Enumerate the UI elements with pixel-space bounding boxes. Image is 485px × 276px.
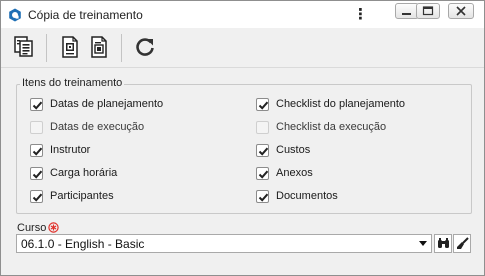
checkbox-label: Anexos — [276, 167, 313, 179]
export-button[interactable] — [86, 34, 112, 60]
checkbox — [256, 121, 269, 134]
refresh-button[interactable] — [132, 34, 158, 60]
checkbox[interactable] — [30, 190, 43, 203]
copy-button[interactable] — [11, 34, 37, 60]
clear-course-button[interactable] — [453, 234, 471, 253]
toolbar-separator — [46, 34, 47, 62]
export-icon — [91, 36, 107, 58]
group-legend: Itens do treinamento — [20, 77, 125, 89]
window-title: Cópia de treinamento — [28, 8, 143, 22]
import-icon — [62, 36, 78, 58]
maximize-button[interactable] — [416, 3, 440, 19]
checkbox-label: Participantes — [50, 190, 114, 202]
dialog-window: Cópia de treinamento ⋮ Itens do treiname… — [0, 0, 485, 276]
checkbox[interactable] — [256, 144, 269, 157]
checkbox-label: Instrutor — [50, 144, 91, 156]
checkbox-label: Custos — [276, 144, 311, 156]
checkbox-label: Documentos — [276, 190, 338, 202]
checkbox[interactable] — [256, 98, 269, 111]
close-button[interactable] — [448, 3, 474, 19]
app-logo-icon — [9, 8, 21, 22]
eraser-icon — [457, 237, 469, 249]
import-button[interactable] — [57, 34, 83, 60]
toolbar-separator — [121, 34, 122, 62]
checkbox[interactable] — [30, 167, 43, 180]
checkbox — [30, 121, 43, 134]
checkbox-label: Carga horária — [50, 167, 118, 179]
title-bar: Cópia de treinamento ⋮ — [1, 1, 484, 28]
checkbox[interactable] — [256, 190, 269, 203]
required-icon — [48, 222, 59, 233]
checkbox-label: Checklist do planejamento — [276, 98, 406, 110]
checkbox-label: Datas de execução — [50, 121, 145, 133]
binoculars-icon — [438, 238, 449, 248]
course-select-value: 06.1.0 - English - Basic — [21, 237, 145, 251]
search-course-button[interactable] — [434, 234, 452, 253]
checkbox-label: Datas de planejamento — [50, 98, 164, 110]
copy-icon — [14, 36, 33, 57]
checkbox[interactable] — [30, 98, 43, 111]
refresh-icon — [136, 38, 154, 56]
checkbox[interactable] — [256, 167, 269, 180]
course-select[interactable]: 06.1.0 - English - Basic — [16, 234, 432, 253]
course-label: Curso — [17, 222, 47, 234]
checkbox[interactable] — [30, 144, 43, 157]
chevron-down-icon[interactable] — [419, 241, 427, 247]
more-options-icon[interactable]: ⋮ — [353, 5, 368, 25]
toolbar — [1, 28, 484, 68]
checkbox-label: Checklist da execução — [276, 121, 387, 133]
